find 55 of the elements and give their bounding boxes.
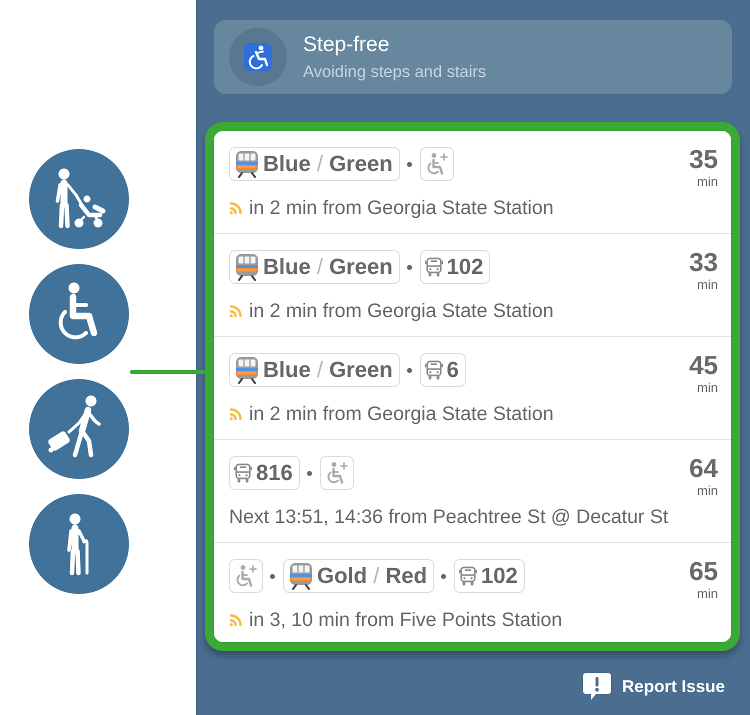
route-row[interactable]: 816 Next 13:51, 14:36 from Peachtree St @ Decatur St 64 min (214, 440, 731, 543)
dot-icon (406, 264, 412, 270)
line-name: Blue / Green (263, 151, 393, 177)
person-with-cane-icon (29, 494, 129, 594)
wheelchair-icon (424, 152, 449, 176)
mode-card[interactable]: Step-free Avoiding steps and stairs (214, 20, 732, 94)
duration-value: 35 (689, 147, 718, 171)
train-icon (234, 356, 260, 384)
mode-title: Step-free (303, 32, 390, 56)
duration-value: 33 (689, 250, 718, 274)
departure-info: in 3, 10 min from Five Points Station (249, 609, 562, 631)
person-with-suitcase-icon (29, 379, 129, 479)
duration-unit: min (697, 587, 718, 601)
departure-info: in 2 min from Georgia State Station (249, 300, 554, 322)
wheelchair-user-icon (29, 264, 129, 364)
bus-icon (234, 463, 252, 483)
duration-value: 64 (689, 456, 718, 480)
route-row[interactable]: Blue / Green in 2 min from Georgia State Station 35 min (214, 131, 731, 234)
train-icon (234, 253, 260, 281)
route-row[interactable]: Blue / Green 6 in 2 min from Georgia State Station 45 min (214, 337, 731, 440)
duration-value: 45 (689, 353, 718, 377)
dot-icon (306, 470, 312, 476)
bus-icon (459, 566, 478, 586)
train-icon (288, 562, 314, 590)
train-icon (234, 150, 260, 178)
line-name: Blue / Green (263, 254, 393, 280)
route-number: 102 (481, 563, 518, 589)
dot-icon (270, 574, 275, 578)
duration-unit: min (697, 175, 718, 189)
departure-info: in 2 min from Georgia State Station (249, 403, 554, 425)
route-row[interactable]: Blue / Green 102 in 2 min from Georgia State Station 33 min (214, 234, 731, 337)
departure-info: in 2 min from Georgia State Station (249, 197, 554, 219)
dot-icon (406, 162, 412, 166)
line-name: Gold / Red (317, 563, 428, 589)
wheelchair-icon (324, 461, 349, 485)
route-row[interactable]: Gold / Red 102 in 3, 10 min from Five Points Station 65 min (214, 543, 731, 642)
wheelchair-icon (234, 564, 258, 588)
departure-info: Next 13:51, 14:36 from Peachtree St @ Decatur St (229, 506, 668, 528)
dot-icon (441, 574, 446, 578)
bus-icon (424, 360, 443, 380)
duration-unit: min (697, 278, 718, 292)
line-name: Blue / Green (263, 357, 393, 383)
duration-unit: min (697, 381, 718, 395)
dot-icon (406, 368, 412, 372)
duration-value: 65 (689, 559, 718, 583)
route-number: 6 (446, 357, 459, 383)
mode-subtitle: Avoiding steps and stairs (303, 62, 486, 82)
person-with-stroller-icon (29, 149, 129, 249)
duration-unit: min (697, 484, 718, 498)
route-number: 816 (256, 460, 293, 486)
wheelchair-icon (229, 28, 287, 86)
bus-icon (424, 257, 443, 277)
report-issue-button[interactable]: Report Issue (582, 672, 725, 701)
route-number: 102 (446, 254, 484, 280)
alert-bubble-icon (582, 672, 612, 701)
